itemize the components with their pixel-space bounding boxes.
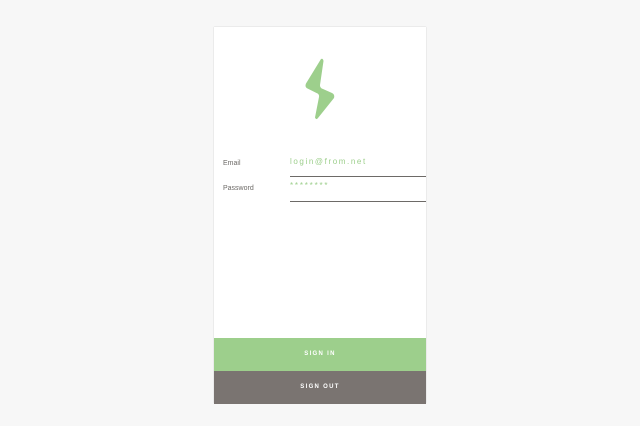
lightning-bolt-icon <box>305 58 335 120</box>
login-card: Email login@from.net Password ******** S… <box>214 27 426 404</box>
password-underline <box>290 201 426 202</box>
email-row: Email login@from.net <box>214 155 426 177</box>
password-label: Password <box>223 185 254 192</box>
password-field[interactable]: ******** <box>290 181 329 190</box>
email-label: Email <box>223 160 241 167</box>
email-field[interactable]: login@from.net <box>290 157 367 166</box>
sign-in-button[interactable]: SIGN IN <box>214 338 426 371</box>
sign-out-button[interactable]: SIGN OUT <box>214 371 426 404</box>
password-row: Password ******** <box>214 180 426 202</box>
email-underline <box>290 176 426 177</box>
